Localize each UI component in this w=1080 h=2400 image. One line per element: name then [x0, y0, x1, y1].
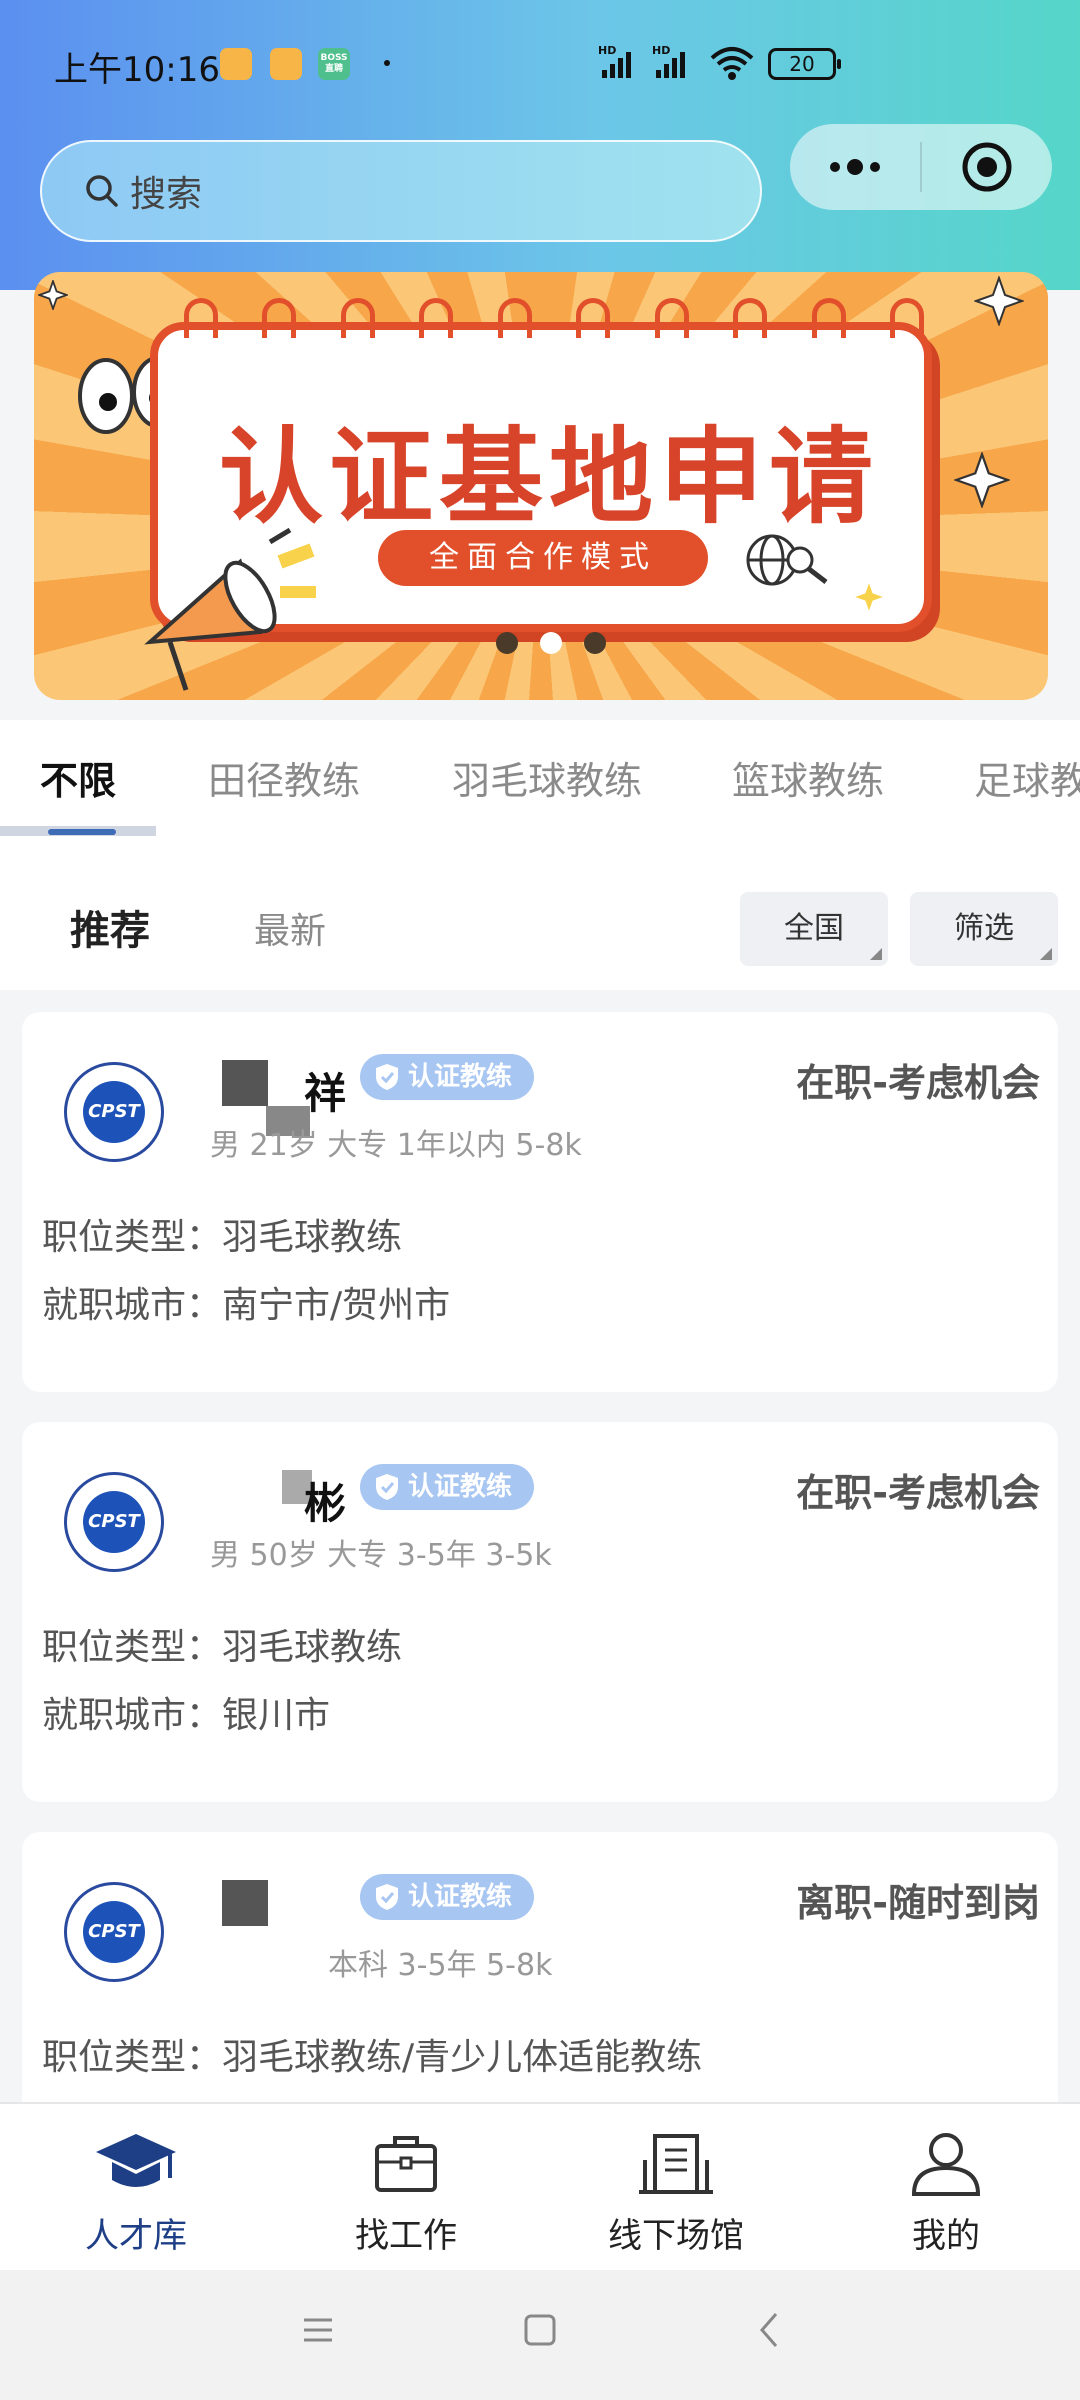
graduation-cap-icon: [96, 2134, 176, 2187]
home-icon[interactable]: [522, 2310, 558, 2350]
talent-name: [222, 1880, 332, 1950]
bottom-nav: 人才库 找工作 线下场馆 我的: [0, 2102, 1080, 2270]
position-type: 羽毛球教练/青少儿体适能教练: [222, 2037, 703, 2078]
system-navigation-bar: [0, 2270, 1080, 2400]
notification-icon: [220, 48, 252, 80]
star-decoration-icon: [855, 583, 883, 611]
sort-recommend[interactable]: 推荐: [70, 898, 150, 956]
megaphone-icon: [144, 527, 316, 691]
category-tabs: 不限 田径教练 羽毛球教练 篮球教练 足球教练: [0, 720, 1080, 840]
talent-card[interactable]: CPST 彬 认证教练 在职-考虑机会 男 50岁 大专 3-5年 3-5k 职…: [22, 1422, 1058, 1802]
close-mini-program-button[interactable]: [922, 124, 1052, 210]
more-dots-icon: [830, 159, 880, 175]
nav-offline-venues[interactable]: 线下场馆: [576, 2122, 776, 2257]
position-type-row: 职位类型：羽毛球教练: [42, 1627, 403, 1668]
work-city-row: 就职城市：南宁市/贺州市: [42, 1285, 451, 1326]
clock: 上午10:16: [54, 50, 220, 90]
star-decoration-icon: [974, 276, 1024, 326]
wifi-icon: [710, 47, 754, 80]
more-options-button[interactable]: [790, 124, 920, 210]
work-city-row: 就职城市：银川市: [42, 1695, 331, 1736]
filter-dropdown[interactable]: 筛选: [910, 892, 1058, 966]
banner-subtitle: 全面合作模式: [378, 530, 708, 586]
more-notifications-dot: [384, 60, 390, 66]
avatar: CPST: [64, 1062, 164, 1162]
notepad-rings: [184, 298, 924, 338]
nav-find-job[interactable]: 找工作: [306, 2122, 506, 2257]
certified-coach-badge: 认证教练: [360, 1054, 535, 1100]
avatar: CPST: [64, 1472, 164, 1572]
active-tab-indicator: [48, 829, 116, 835]
employment-status: 在职-考虑机会: [796, 1471, 1040, 1515]
shield-check-icon: [376, 1064, 398, 1090]
menu-icon[interactable]: [300, 2310, 336, 2350]
building-icon: [639, 2134, 713, 2194]
boss-app-icon: BOSS直聘: [318, 48, 350, 80]
search-bar[interactable]: 搜索: [40, 140, 762, 242]
briefcase-icon: [375, 2136, 437, 2192]
nav-talent-pool[interactable]: 人才库: [36, 2122, 236, 2257]
carousel-dot[interactable]: [584, 632, 606, 654]
sort-latest[interactable]: 最新: [254, 902, 326, 954]
shield-check-icon: [376, 1884, 398, 1910]
star-decoration-icon: [954, 452, 1010, 508]
talent-card[interactable]: CPST 祥 认证教练 在职-考虑机会 男 21岁 大专 1年以内 5-8k 职…: [22, 1012, 1058, 1392]
talent-meta: 男 21岁 大专 1年以内 5-8k: [210, 1128, 582, 1163]
talent-meta: 男 50岁 大专 3-5年 3-5k: [210, 1538, 552, 1573]
avatar: CPST: [64, 1882, 164, 1982]
certified-coach-badge: 认证教练: [360, 1874, 535, 1920]
promo-banner[interactable]: 认证基地申请 全面合作模式: [34, 272, 1048, 700]
work-city: 银川市: [222, 1695, 331, 1736]
search-icon: [86, 175, 118, 207]
work-city: 南宁市/贺州市: [222, 1285, 451, 1326]
back-icon[interactable]: [752, 2310, 788, 2350]
position-type: 羽毛球教练: [222, 1217, 403, 1258]
talent-meta: 本科 3-5年 5-8k: [328, 1948, 553, 1983]
mini-program-capsule: [790, 124, 1052, 210]
globe-search-icon: [746, 534, 828, 586]
carousel-dot[interactable]: [496, 632, 518, 654]
status-bar: 上午10:16 BOSS直聘 HD HD 20: [0, 0, 1080, 120]
nav-mine[interactable]: 我的: [846, 2122, 1046, 2257]
employment-status: 离职-随时到岗: [796, 1881, 1040, 1925]
carousel-indicator: [496, 632, 606, 654]
position-type: 羽毛球教练: [222, 1627, 403, 1668]
tab-football-coach[interactable]: 足球教练: [974, 750, 1080, 805]
search-placeholder: 搜索: [130, 174, 203, 215]
battery-indicator: 20: [768, 48, 841, 80]
user-icon: [911, 2133, 981, 2196]
tab-track-coach[interactable]: 田径教练: [208, 750, 360, 805]
shield-check-icon: [376, 1474, 398, 1500]
position-type-row: 职位类型：羽毛球教练/青少儿体适能教练: [42, 2037, 703, 2078]
certified-coach-badge: 认证教练: [360, 1464, 535, 1510]
tab-badminton-coach[interactable]: 羽毛球教练: [452, 750, 642, 805]
notification-icon: [270, 48, 302, 80]
svg-text:HD: HD: [598, 44, 616, 57]
tab-basketball-coach[interactable]: 篮球教练: [732, 750, 884, 805]
cell-signal-icon: HD: [598, 44, 631, 78]
employment-status: 在职-考虑机会: [796, 1061, 1040, 1105]
cell-signal-icon: HD: [652, 44, 685, 78]
position-type-row: 职位类型：羽毛球教练: [42, 1217, 403, 1258]
region-dropdown[interactable]: 全国: [740, 892, 888, 966]
tab-all[interactable]: 不限: [40, 750, 116, 805]
banner-title: 认证基地申请: [218, 416, 879, 538]
target-icon: [962, 142, 1012, 192]
svg-text:HD: HD: [652, 44, 670, 57]
carousel-dot-active[interactable]: [540, 632, 562, 654]
star-decoration-icon: [38, 280, 68, 310]
sort-bar: 推荐 最新 全国 筛选: [0, 840, 1080, 990]
